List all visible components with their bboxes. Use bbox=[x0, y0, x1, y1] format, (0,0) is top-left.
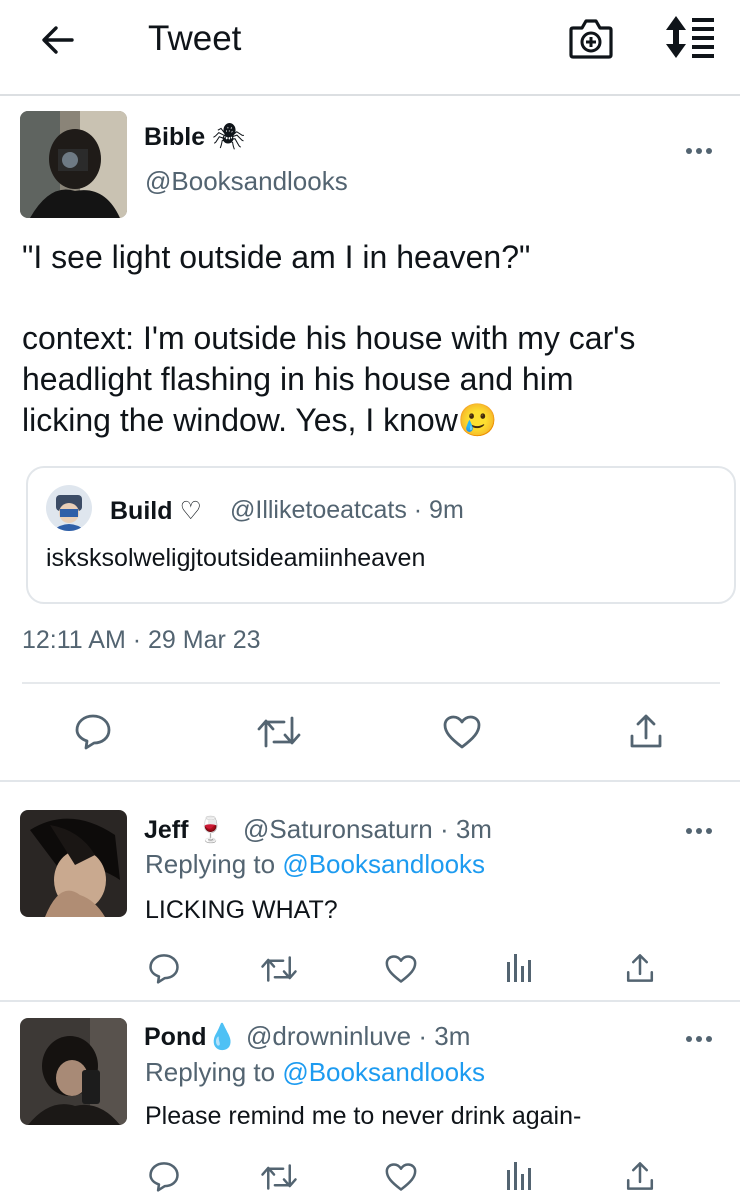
tweet-text-body: context: I'm outside his house with my c… bbox=[22, 320, 636, 439]
share-icon[interactable] bbox=[624, 952, 656, 984]
retweet-icon[interactable] bbox=[260, 1162, 298, 1192]
share-icon[interactable] bbox=[627, 712, 665, 750]
reply-author-name[interactable]: Pond💧 bbox=[144, 1022, 238, 1052]
reply-icon[interactable] bbox=[74, 712, 112, 750]
reply-author-name[interactable]: Jeff 🍷 bbox=[144, 815, 227, 845]
divider bbox=[22, 682, 720, 684]
more-options-icon[interactable] bbox=[684, 143, 714, 154]
retweet-icon[interactable] bbox=[260, 954, 298, 984]
reply-icon[interactable] bbox=[148, 952, 180, 984]
retweet-icon[interactable] bbox=[256, 714, 302, 750]
replying-to: Replying to @Booksandlooks bbox=[145, 1057, 486, 1087]
reply-text: LICKING WHAT? bbox=[145, 896, 338, 924]
quote-text: isksksolweligjtoutsideamiinheaven bbox=[46, 544, 426, 572]
quote-author-name: Build ♡ bbox=[110, 496, 202, 525]
reply-text: Please remind me to never drink again- bbox=[145, 1102, 582, 1130]
tweet-text-line1: "I see light outside am I in heaven?" bbox=[22, 239, 531, 275]
share-icon[interactable] bbox=[624, 1160, 656, 1192]
back-arrow-icon[interactable] bbox=[38, 20, 78, 60]
spider-emoji: 🕷 bbox=[212, 122, 246, 152]
reply-avatar[interactable] bbox=[20, 810, 127, 917]
reply-author-handle[interactable]: @drowninluve · 3m bbox=[246, 1021, 470, 1052]
analytics-icon[interactable] bbox=[505, 1160, 533, 1192]
quote-avatar bbox=[46, 485, 92, 531]
more-options-icon[interactable] bbox=[684, 1031, 714, 1042]
mention-link[interactable]: @Booksandlooks bbox=[282, 849, 485, 879]
author-handle[interactable]: @Booksandlooks bbox=[145, 166, 348, 197]
replying-to: Replying to @Booksandlooks bbox=[145, 849, 486, 879]
quote-author-handle: @Illiketoeatcats · 9m bbox=[230, 496, 464, 524]
heart-symbol: ♡ bbox=[179, 496, 202, 525]
tweet-timestamp: 12:11 AM · 29 Mar 23 bbox=[22, 626, 261, 654]
divider bbox=[0, 780, 740, 782]
like-icon[interactable] bbox=[442, 714, 482, 750]
reply-avatar[interactable] bbox=[20, 1018, 127, 1125]
analytics-icon[interactable] bbox=[505, 952, 533, 984]
like-icon[interactable] bbox=[384, 954, 418, 984]
page-title: Tweet bbox=[148, 19, 242, 58]
reply-icon[interactable] bbox=[148, 1160, 180, 1192]
mention-link[interactable]: @Booksandlooks bbox=[282, 1057, 485, 1087]
reply-author-handle[interactable]: @Saturonsaturn · 3m bbox=[243, 814, 492, 845]
like-icon[interactable] bbox=[384, 1162, 418, 1192]
droplet-emoji: 💧 bbox=[206, 1022, 238, 1051]
wine-glass-emoji: 🍷 bbox=[195, 815, 227, 844]
crying-emoji: 🥲 bbox=[457, 401, 498, 439]
top-bar: Tweet bbox=[0, 0, 740, 96]
sort-icon[interactable] bbox=[664, 14, 716, 60]
author-name[interactable]: Bible 🕷 bbox=[144, 122, 245, 152]
camera-plus-icon[interactable] bbox=[568, 16, 614, 60]
avatar[interactable] bbox=[20, 111, 127, 218]
quote-tweet[interactable]: Build ♡ @Illiketoeatcats · 9m isksksolwe… bbox=[26, 466, 736, 604]
divider bbox=[0, 1000, 740, 1002]
more-options-icon[interactable] bbox=[684, 823, 714, 834]
